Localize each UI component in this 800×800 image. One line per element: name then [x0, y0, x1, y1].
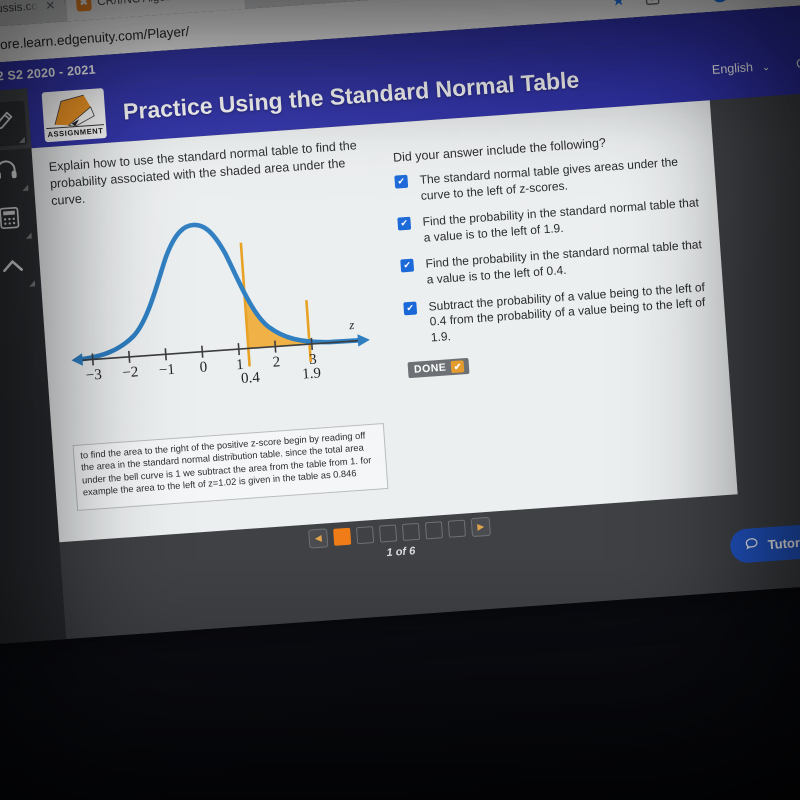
rubric-item-text: The standard normal table gives areas un…	[419, 154, 679, 203]
address-bar-url: r05.core.learn.edgenuity.com/Player/	[0, 23, 190, 54]
x-axis-label: z	[348, 317, 355, 332]
tutoring-help-button[interactable]: Tutoring Help	[729, 520, 800, 564]
pager-dot-5[interactable]	[424, 521, 444, 540]
next-page-button[interactable]: ▶	[470, 516, 491, 538]
app-body: ASSIGNMENT Practice Using the Standard N…	[0, 30, 800, 645]
audio-tool-button[interactable]	[0, 148, 31, 196]
pager-dot-3[interactable]	[378, 524, 398, 543]
language-label: English	[711, 60, 754, 77]
assignment-badge: ASSIGNMENT	[41, 88, 107, 143]
normal-curve-path	[74, 222, 367, 362]
rubric-item-text: Find the probability in the standard nor…	[422, 195, 700, 245]
shade-to-label: 1.9	[302, 365, 322, 382]
svg-text:−1: −1	[158, 361, 175, 378]
checkbox-checked-icon[interactable]: ✔	[403, 301, 418, 315]
done-button-label: DONE	[413, 361, 447, 377]
close-icon[interactable]: ✕	[45, 0, 56, 13]
normal-curve-svg: −3 −2 −1 0 1 2 3 z 0.4 1.9	[71, 222, 370, 387]
calculator-icon	[0, 204, 24, 237]
lesson-content-card: Explain how to use the standard normal t…	[31, 100, 738, 543]
browser-tab-label: geniussis.co	[0, 0, 39, 17]
shade-from-label: 0.4	[241, 369, 261, 386]
rubric-item-text: Subtract the probability of a value bein…	[428, 279, 706, 345]
checkbox-checked-icon[interactable]: ✔	[397, 216, 412, 231]
shield-icon[interactable]	[744, 0, 763, 1]
pager-dot-1[interactable]	[333, 527, 352, 546]
x-axis-tick-labels: −3 −2 −1 0 1 2 3	[85, 351, 317, 383]
pager-dot-6[interactable]	[447, 519, 466, 538]
calculator-tool-button[interactable]	[0, 196, 34, 244]
checkbox-checked-icon[interactable]: ✔	[394, 174, 409, 189]
svg-text:−2: −2	[122, 364, 139, 381]
pager-label: 1 of 6	[386, 545, 416, 560]
headphones-icon	[0, 156, 20, 189]
highlighter-tool-button[interactable]	[0, 100, 28, 148]
curve-left-arrow	[71, 352, 83, 366]
normal-curve-chart: −3 −2 −1 0 1 2 3 z 0.4 1.9	[58, 191, 380, 397]
pager-dot-2[interactable]	[356, 526, 375, 545]
edgenuity-app: lgebra 2 S2 2020 - 2021	[0, 2, 800, 645]
language-selector[interactable]: English ⌄	[711, 59, 770, 77]
student-answer-textarea[interactable]: to find the area to the right of the pos…	[72, 423, 389, 511]
curve-right-arrow	[357, 333, 370, 347]
photo-of-screen: ▣ geniussis.co ✕ ✖ CR/I/NC Algebra 2 S2 …	[0, 0, 800, 800]
scroll-up-button[interactable]	[0, 244, 38, 292]
chevron-down-icon: ⌄	[756, 61, 771, 74]
rubric-item: ✔ Subtract the probability of a value be…	[403, 279, 710, 347]
user-name[interactable]: Omar	[796, 55, 800, 71]
extension-icon[interactable]	[643, 0, 662, 8]
star-icon[interactable]: ★	[609, 0, 628, 10]
previous-page-button[interactable]: ◀	[308, 528, 329, 549]
x-orange-icon: ✖	[75, 0, 92, 12]
svg-text:0: 0	[199, 359, 208, 375]
header-right-controls: English ⌄ Omar	[711, 54, 800, 77]
rubric-column: Did your answer include the following? ✔…	[391, 113, 720, 505]
browser-tab-label: CR/I/NC Algebra 2 S2 202	[97, 0, 220, 8]
pen-strokes-icon[interactable]	[677, 0, 696, 5]
done-check-icon: ✔	[450, 360, 465, 374]
laptop-screen: ▣ geniussis.co ✕ ✖ CR/I/NC Algebra 2 S2 …	[0, 0, 800, 645]
sync-icon[interactable]: ◎	[710, 0, 729, 3]
svg-text:2: 2	[272, 354, 281, 370]
rubric-item-text: Find the probability in the standard nor…	[425, 237, 703, 287]
up-arrow-icon	[0, 251, 27, 284]
pager-dot-4[interactable]	[401, 522, 421, 541]
tutoring-help-label: Tutoring Help	[767, 531, 800, 552]
chat-bubble-icon	[744, 536, 760, 555]
highlighter-icon	[0, 108, 17, 141]
assignment-badge-label: ASSIGNMENT	[46, 124, 105, 141]
left-column: Explain how to use the standard normal t…	[48, 136, 403, 529]
svg-text:−3: −3	[85, 366, 102, 383]
tab-separator	[63, 0, 66, 5]
done-button[interactable]: DONE ✔	[407, 358, 470, 379]
checkbox-checked-icon[interactable]: ✔	[400, 258, 415, 273]
